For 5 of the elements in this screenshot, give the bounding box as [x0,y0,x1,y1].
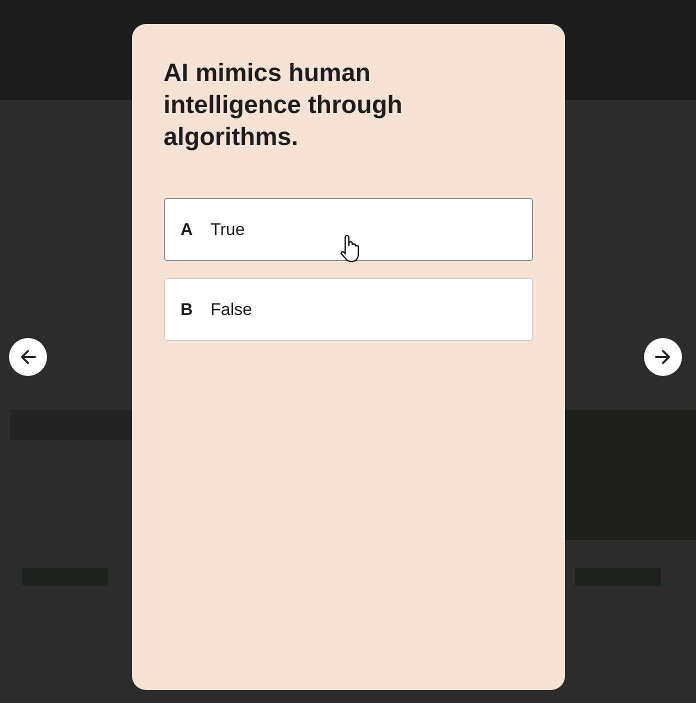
arrow-right-icon [654,348,672,366]
arrow-left-icon [19,348,37,366]
answer-option[interactable]: B False [164,278,532,341]
question-text: AI mimics human intelligence through algorithms. [164,58,404,153]
answer-option[interactable]: A True [164,198,532,261]
